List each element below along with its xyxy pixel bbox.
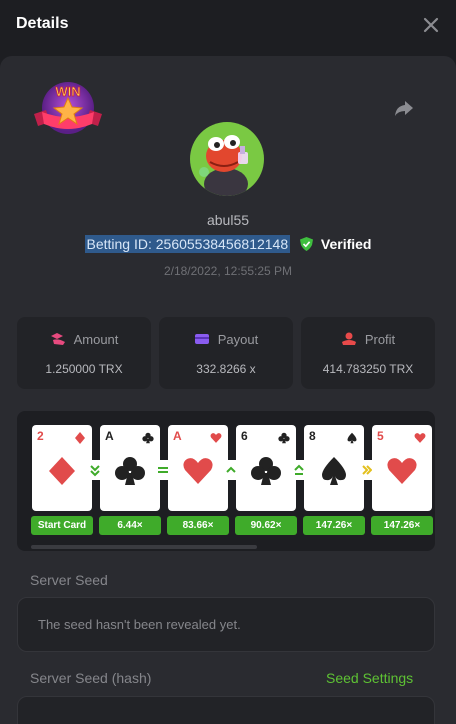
playing-card: 5 (372, 425, 432, 511)
card-rank: A (105, 429, 114, 443)
bet-details-panel: WIN abul55 Betting ID: 25605538456812148… (0, 56, 456, 724)
server-seed-field[interactable]: The seed hasn't been revealed yet. (17, 597, 435, 652)
card-rank: A (173, 429, 182, 443)
seed-settings-link[interactable]: Seed Settings (326, 670, 413, 686)
card-rank: 2 (37, 429, 44, 443)
payout-value: 332.8266 x (196, 362, 256, 376)
spade-icon (347, 432, 357, 444)
heart-icon (183, 458, 213, 484)
card-rank: 5 (377, 429, 384, 443)
profit-label: Profit (364, 332, 396, 347)
details-header: Details (0, 0, 456, 52)
amount-label: Amount (73, 332, 119, 347)
server-seed-label: Server Seed (30, 572, 108, 588)
club-icon (142, 432, 154, 444)
server-seed-hash-field[interactable] (17, 696, 435, 724)
heart-icon (414, 433, 426, 443)
profit-icon (341, 332, 356, 345)
payout-icon (194, 334, 209, 344)
avatar (190, 122, 264, 196)
betting-id-row: Betting ID: 25605538456812148 Verified (0, 235, 456, 253)
server-seed-hash-label: Server Seed (hash) (30, 670, 152, 686)
playing-card: 2 (32, 425, 92, 511)
club-icon (251, 457, 281, 485)
close-icon[interactable] (420, 14, 442, 36)
verified-shield-icon (300, 237, 314, 251)
card-rank: 6 (241, 429, 248, 443)
bet-datetime: 2/18/2022, 12:55:25 PM (163, 264, 293, 278)
spade-icon (322, 457, 346, 485)
multiplier-label: Start Card (31, 516, 93, 535)
heart-icon (210, 433, 222, 443)
amount-icon (50, 333, 65, 345)
amount-stat: Amount 1.250000 TRX (17, 317, 151, 389)
multiplier-label: 147.26× (371, 516, 433, 535)
share-icon[interactable] (392, 96, 416, 120)
server-seed-placeholder: The seed hasn't been revealed yet. (38, 617, 241, 632)
diamond-icon (75, 432, 85, 444)
card-history[interactable]: 2 A A 6 8 5 Start Card 6.44× 83.66× 90.6… (17, 411, 435, 551)
win-badge-icon: WIN (34, 82, 102, 134)
playing-card: 6 (236, 425, 296, 511)
username: abul55 (206, 212, 250, 228)
multiplier-label: 6.44× (99, 516, 161, 535)
multiplier-label: 83.66× (167, 516, 229, 535)
diamond-icon (49, 457, 75, 485)
playing-card: 8 (304, 425, 364, 511)
horizontal-scrollbar[interactable] (31, 545, 257, 549)
payout-label: Payout (217, 332, 259, 347)
club-icon (278, 432, 290, 444)
amount-value: 1.250000 TRX (45, 362, 123, 376)
heart-icon (387, 458, 417, 484)
dialog-title: Details (16, 15, 69, 32)
profit-stat: Profit 414.783250 TRX (301, 317, 435, 389)
verified-label: Verified (320, 236, 372, 252)
card-rank: 8 (309, 429, 316, 443)
avatar-character-icon (199, 135, 248, 196)
profit-value: 414.783250 TRX (322, 362, 414, 376)
playing-card: A (168, 425, 228, 511)
payout-stat: Payout 332.8266 x (159, 317, 293, 389)
multiplier-label: 147.26× (303, 516, 365, 535)
multiplier-label: 90.62× (235, 516, 297, 535)
club-icon (115, 457, 145, 485)
betting-id[interactable]: Betting ID: 25605538456812148 (84, 235, 291, 253)
playing-card: A (100, 425, 160, 511)
win-badge-text: WIN (55, 84, 80, 99)
